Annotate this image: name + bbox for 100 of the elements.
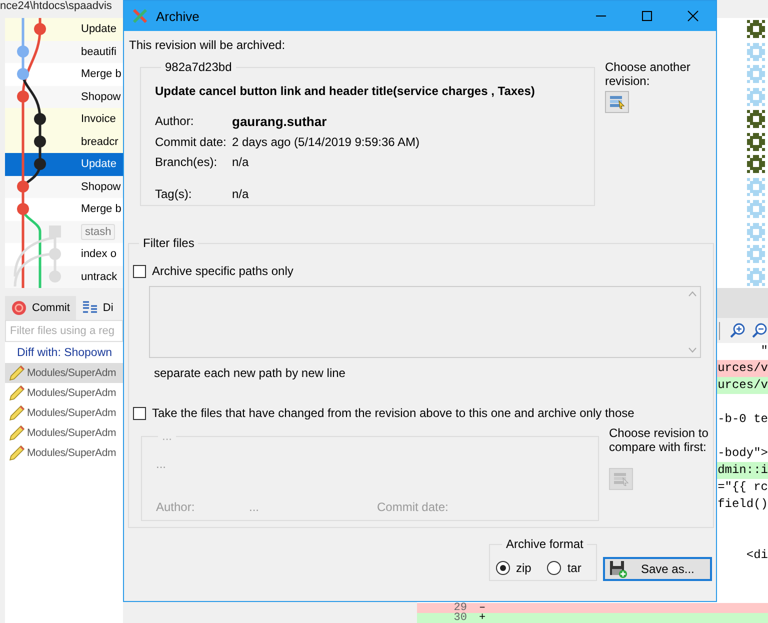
choose-revision-button[interactable] [605, 91, 629, 113]
field-value: ... [249, 500, 260, 514]
close-icon [687, 10, 699, 22]
checkbox[interactable]: Archive specific paths only [133, 264, 294, 278]
field-label: Commit date: [155, 135, 228, 149]
compare-message: ... [156, 457, 168, 471]
commit-dot[interactable] [34, 158, 46, 170]
compare-revision-label: Choose revision to compare with first: [609, 426, 709, 454]
code-text: -b-0 te [718, 411, 768, 428]
file-path: Modules/SuperAdm [27, 447, 116, 459]
code-text: + [479, 613, 486, 623]
file-row[interactable]: Modules/SuperAdm [5, 363, 123, 383]
commit-message: Update [81, 23, 116, 36]
diff-header: Diff with: Shopown [17, 346, 112, 358]
code-text: dmin::i [718, 462, 768, 479]
commit-message: Invoice [81, 113, 116, 126]
pencil-icon [8, 385, 26, 401]
zoom-out-icon[interactable] [752, 322, 768, 338]
commit-title: Update cancel button link and header title(service charges , Taxes) [155, 84, 536, 98]
hint-text: separate each new path by new line [154, 366, 346, 380]
commit-message: Shopow [81, 90, 121, 103]
circle-icon [11, 300, 27, 316]
window-title: Archive [156, 8, 200, 24]
pencil-icon [8, 425, 26, 441]
commit-dot[interactable] [34, 113, 46, 125]
field-value: n/a [232, 155, 250, 169]
field-value: n/a [232, 187, 250, 201]
file-path: Modules/SuperAdm [27, 427, 116, 439]
line-number: 29 [452, 603, 468, 613]
commit-dot[interactable] [34, 23, 46, 35]
line-number: 30 [452, 613, 468, 623]
compare-hash: ... [161, 429, 174, 443]
commit-message: breadcr [81, 136, 118, 148]
code-text: field() [718, 496, 768, 513]
commit-row[interactable]: Invoice [5, 108, 123, 130]
app-icon [132, 8, 148, 24]
checkbox[interactable]: Take the files that have changed from the revision above to this one and archive only those [133, 406, 634, 420]
commit-dot[interactable] [34, 136, 46, 148]
field-label: Author: [156, 500, 196, 514]
save-button[interactable]: Save as... [603, 557, 712, 581]
field-label: Tag(s): [155, 187, 193, 201]
code-text: ="{{ rc [718, 479, 768, 496]
group-title: Filter files [142, 236, 196, 250]
tab[interactable]: Di [76, 296, 120, 320]
field-label: Author: [155, 114, 195, 129]
field-value: 2 days ago (5/14/2019 9:59:36 AM) [232, 135, 420, 149]
scroll-down-icon[interactable] [688, 347, 696, 353]
scroll-up-icon[interactable] [688, 291, 696, 297]
commit-row[interactable]: Merge b [5, 63, 123, 86]
stash-marker[interactable] [49, 226, 61, 238]
commit-dot[interactable] [49, 270, 61, 282]
commit-message: untrack [81, 270, 118, 283]
field-value: gaurang.suthar [232, 114, 328, 129]
code-text: <di [746, 547, 768, 564]
commit-message: Update [81, 158, 116, 170]
revision-hash: 982a7d23bd [164, 60, 233, 74]
choose-revision-label: Choose another revision: [605, 60, 692, 88]
list-icon [609, 95, 625, 109]
file-path: Modules/SuperAdm [27, 387, 116, 399]
file-path: Modules/SuperAdm [27, 407, 116, 419]
commit-row[interactable]: Update [5, 18, 123, 40]
code-text: -body"> [718, 445, 768, 462]
list-icon [613, 472, 629, 486]
tab[interactable]: Commit [5, 296, 76, 320]
radio-button[interactable]: zip [496, 555, 532, 580]
file-path: Modules/SuperAdm [27, 367, 116, 379]
tab-strip [717, 288, 768, 318]
commit-dot[interactable] [17, 203, 29, 215]
commit-row[interactable]: Merge b [5, 198, 123, 220]
stash-tag: stash [81, 224, 116, 240]
maximize-icon [641, 10, 653, 22]
radio-button[interactable]: tar [547, 555, 582, 580]
commit-row[interactable]: Update [5, 153, 123, 176]
code-text: – [479, 603, 486, 613]
commit-message: index o [81, 248, 116, 260]
commit-message: Merge b [81, 203, 122, 216]
file-row[interactable]: Modules/SuperAdm [5, 383, 123, 403]
field-label: Commit date: [377, 500, 450, 514]
zoom-in-icon[interactable] [730, 322, 746, 338]
commit-dot[interactable] [17, 90, 29, 102]
pencil-icon [8, 365, 26, 381]
paths-field[interactable] [149, 286, 701, 358]
lines-icon [82, 300, 98, 316]
commit-dot[interactable] [17, 46, 29, 58]
file-row[interactable]: Modules/SuperAdm [5, 443, 123, 463]
commit-dot[interactable] [17, 68, 29, 80]
code-text: urces/v [718, 377, 768, 394]
commit-dot[interactable] [17, 180, 29, 192]
commit-dot[interactable] [49, 248, 61, 260]
file-row[interactable]: Modules/SuperAdm [5, 403, 123, 423]
intro-text: This revision will be archived: [129, 38, 286, 52]
code-text: " [760, 343, 768, 360]
commit-message: beautifi [81, 46, 116, 58]
field-label: Branch(es): [155, 155, 218, 169]
commit-message: Merge b [81, 68, 122, 80]
pencil-icon [8, 405, 26, 421]
code-text: urces/v [718, 360, 768, 377]
path-text: nce24\htdocs\spaadvis [0, 0, 112, 12]
filter-field[interactable]: Filter files using a reg [5, 320, 123, 342]
file-row[interactable]: Modules/SuperAdm [5, 423, 123, 443]
